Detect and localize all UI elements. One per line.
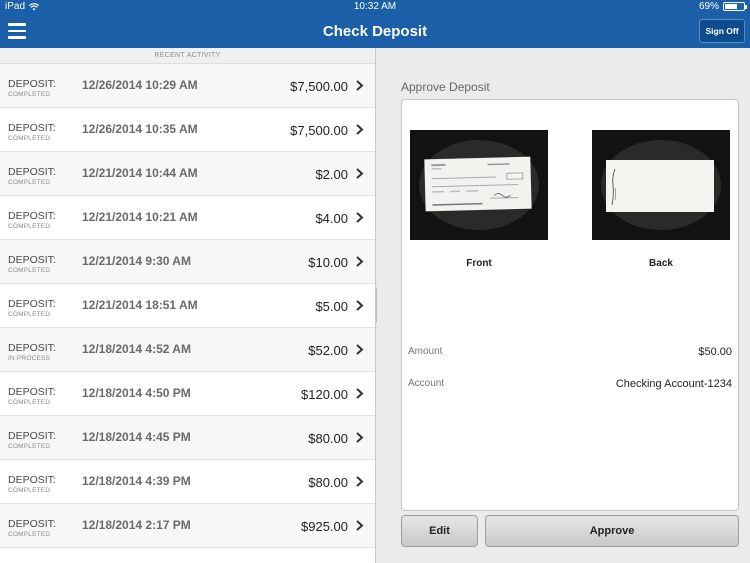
row-status: COMPLETED <box>8 399 51 406</box>
row-type: DEPOSIT: <box>8 166 56 178</box>
check-front-image[interactable] <box>410 130 548 240</box>
row-amount: $80.00 <box>308 431 348 446</box>
row-type: DEPOSIT: <box>8 210 56 222</box>
chevron-right-icon <box>356 168 364 179</box>
row-amount: $10.00 <box>308 255 348 270</box>
activity-row[interactable]: DEPOSIT: COMPLETED 12/26/2014 10:29 AM $7,5… <box>0 64 375 108</box>
chevron-right-icon <box>356 476 364 487</box>
row-status: IN PROCESS <box>8 355 51 362</box>
row-type: DEPOSIT: <box>8 430 56 442</box>
activity-row[interactable]: DEPOSIT: IN PROCESS 12/18/2014 4:52 AM $52.… <box>0 328 375 372</box>
amount-row: Amount $50.00 <box>408 346 732 362</box>
row-amount: $7,500.00 <box>290 123 348 138</box>
row-status: COMPLETED <box>8 179 51 186</box>
edit-button[interactable]: Edit <box>401 515 478 547</box>
row-status: COMPLETED <box>8 487 51 494</box>
row-date: 12/21/2014 18:51 AM <box>82 298 198 312</box>
row-status: COMPLETED <box>8 135 51 142</box>
check-back-graphic <box>592 130 730 240</box>
row-amount: $4.00 <box>315 211 348 226</box>
row-date: 12/21/2014 10:44 AM <box>82 166 198 180</box>
row-amount: $80.00 <box>308 475 348 490</box>
recent-activity-pane[interactable]: RECENT ACTIVITY DEPOSIT: COMPLETED 12/26/2… <box>0 48 376 563</box>
approve-deposit-pane: Approve Deposit Front Back Amount $50.00… <box>377 48 750 563</box>
back-caption: Back <box>649 258 673 269</box>
row-date: 12/21/2014 9:30 AM <box>82 254 191 268</box>
activity-row[interactable]: DEPOSIT: COMPLETED 12/21/2014 18:51 AM $5.0… <box>0 284 375 328</box>
activity-row[interactable]: DEPOSIT: COMPLETED 12/18/2014 4:39 PM $80.0… <box>0 460 375 504</box>
page-title: Check Deposit <box>322 23 428 40</box>
row-type: DEPOSIT: <box>8 342 56 354</box>
check-front-graphic <box>410 130 548 240</box>
row-date: 12/18/2014 4:50 PM <box>82 386 191 400</box>
deposit-details-card: Front Back Amount $50.00 Account Checkin… <box>401 99 739 511</box>
chevron-right-icon <box>356 212 364 223</box>
row-date: 12/18/2014 2:17 PM <box>82 518 191 532</box>
chevron-right-icon <box>356 388 364 399</box>
chevron-right-icon <box>356 520 364 531</box>
account-label: Account <box>408 378 445 389</box>
row-type: DEPOSIT: <box>8 518 56 530</box>
chevron-right-icon <box>356 300 364 311</box>
check-back-image[interactable] <box>592 130 730 240</box>
battery-percent: 69% <box>698 1 719 12</box>
row-type: DEPOSIT: <box>8 474 56 486</box>
chevron-right-icon <box>356 124 364 135</box>
approve-button[interactable]: Approve <box>485 515 739 547</box>
row-date: 12/18/2014 4:52 AM <box>82 342 191 356</box>
row-status: COMPLETED <box>8 91 51 98</box>
account-row: Account Checking Account-1234 <box>408 378 732 394</box>
section-header: RECENT ACTIVITY <box>0 48 375 64</box>
front-caption: Front <box>466 258 492 269</box>
nav-bar: Check Deposit Sign Off <box>0 14 750 48</box>
row-status: COMPLETED <box>8 223 51 230</box>
row-date: 12/26/2014 10:29 AM <box>82 78 198 92</box>
status-bar: iPad 10:32 AM 69% <box>0 0 750 14</box>
activity-row[interactable]: DEPOSIT: COMPLETED 12/21/2014 10:44 AM $2.0… <box>0 152 375 196</box>
battery-icon <box>723 2 747 11</box>
chevron-right-icon <box>356 432 364 443</box>
row-amount: $2.00 <box>315 167 348 182</box>
account-value: Checking Account-1234 <box>615 378 732 390</box>
activity-row[interactable]: DEPOSIT: COMPLETED 12/21/2014 10:21 AM $4.0… <box>0 196 375 240</box>
row-amount: $7,500.00 <box>290 79 348 94</box>
sign-off-button[interactable]: Sign Off <box>699 19 745 43</box>
row-type: DEPOSIT: <box>8 122 56 134</box>
amount-value: $50.00 <box>698 346 732 358</box>
activity-row[interactable]: DEPOSIT: COMPLETED 12/18/2014 4:45 PM $80.0… <box>0 416 375 460</box>
row-status: COMPLETED <box>8 267 51 274</box>
row-type: DEPOSIT: <box>8 254 56 266</box>
approve-deposit-title: Approve Deposit <box>401 80 490 94</box>
activity-row[interactable]: DEPOSIT: COMPLETED 12/18/2014 2:17 PM $925.… <box>0 504 375 548</box>
row-type: DEPOSIT: <box>8 78 56 90</box>
activity-row[interactable]: DEPOSIT: COMPLETED 12/21/2014 9:30 AM $10.0… <box>0 240 375 284</box>
row-amount: $52.00 <box>308 343 348 358</box>
battery-fill <box>725 4 737 9</box>
clock: 10:32 AM <box>353 1 397 12</box>
chevron-right-icon <box>356 344 364 355</box>
activity-row[interactable]: DEPOSIT: COMPLETED 12/26/2014 10:35 AM $7,5… <box>0 108 375 152</box>
row-type: DEPOSIT: <box>8 386 56 398</box>
row-type: DEPOSIT: <box>8 298 56 310</box>
activity-row[interactable]: DEPOSIT: COMPLETED 12/18/2014 4:50 PM $120.… <box>0 372 375 416</box>
row-date: 12/21/2014 10:21 AM <box>82 210 198 224</box>
row-amount: $925.00 <box>301 519 348 534</box>
status-bar-right: 69% <box>698 1 747 12</box>
activity-list: DEPOSIT: COMPLETED 12/26/2014 10:29 AM $7,5… <box>0 64 375 548</box>
row-amount: $5.00 <box>315 299 348 314</box>
row-status: COMPLETED <box>8 531 51 538</box>
chevron-right-icon <box>356 256 364 267</box>
chevron-right-icon <box>356 80 364 91</box>
row-status: COMPLETED <box>8 311 51 318</box>
row-date: 12/18/2014 4:45 PM <box>82 430 191 444</box>
row-amount: $120.00 <box>301 387 348 402</box>
row-date: 12/26/2014 10:35 AM <box>82 122 198 136</box>
amount-label: Amount <box>408 346 443 357</box>
row-date: 12/18/2014 4:39 PM <box>82 474 191 488</box>
row-status: COMPLETED <box>8 443 51 450</box>
